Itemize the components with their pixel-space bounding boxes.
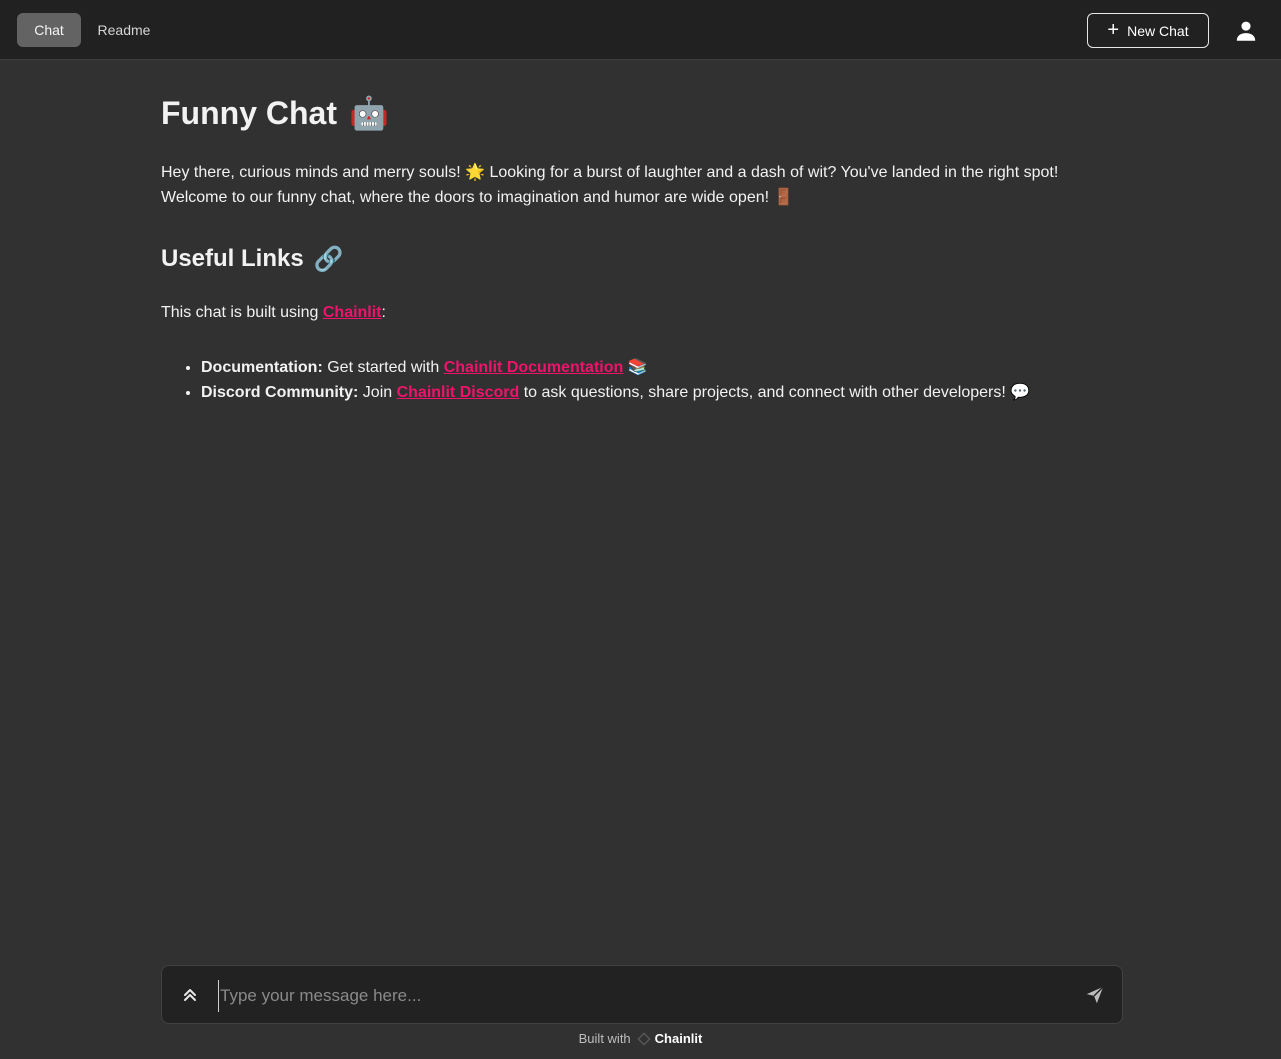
chainlit-brand[interactable]: Chainlit bbox=[636, 1031, 703, 1046]
new-chat-button[interactable]: + New Chat bbox=[1087, 13, 1209, 48]
message-composer bbox=[161, 965, 1123, 1024]
built-suffix: : bbox=[381, 304, 386, 321]
list-item: Discord Community: Join Chainlit Discord… bbox=[201, 380, 1121, 405]
intro-paragraph: Hey there, curious minds and merry souls… bbox=[161, 164, 1059, 206]
chevrons-up-icon[interactable] bbox=[180, 985, 200, 1005]
list-item-label: Documentation: bbox=[201, 359, 323, 376]
chainlit-brand-text: Chainlit bbox=[654, 1031, 703, 1046]
chainlit-documentation-link[interactable]: Chainlit Documentation bbox=[444, 359, 624, 376]
list-item-text: to ask questions, share projects, and co… bbox=[519, 384, 1031, 401]
useful-links-heading: Useful Links 🔗 bbox=[161, 242, 1121, 276]
user-icon[interactable] bbox=[1233, 18, 1259, 44]
built-using-text: This chat is built using Chainlit: bbox=[161, 300, 1121, 325]
list-item-text: Get started with bbox=[322, 359, 444, 376]
list-item-text: Join bbox=[358, 384, 397, 401]
send-icon[interactable] bbox=[1084, 984, 1106, 1006]
link-icon: 🔗 bbox=[313, 245, 344, 273]
built-prefix: This chat is built using bbox=[161, 304, 323, 321]
page-title: Funny Chat 🤖 bbox=[161, 92, 1121, 134]
chainlit-discord-link[interactable]: Chainlit Discord bbox=[397, 384, 520, 401]
tab-readme[interactable]: Readme bbox=[85, 13, 163, 47]
page-title-text: Funny Chat bbox=[161, 95, 337, 131]
list-item-label: Discord Community: bbox=[201, 384, 359, 401]
tab-chat[interactable]: Chat bbox=[17, 13, 81, 47]
top-bar: Chat Readme + New Chat bbox=[0, 0, 1281, 60]
list-item: Documentation: Get started with Chainlit… bbox=[201, 355, 1121, 380]
built-with-text: Built with bbox=[578, 1031, 631, 1046]
list-item-text: 📚 bbox=[623, 359, 648, 376]
robot-icon: 🤖 bbox=[348, 94, 389, 132]
footer: Built with Chainlit bbox=[0, 1031, 1281, 1046]
useful-links-list: Documentation: Get started with Chainlit… bbox=[161, 355, 1121, 405]
chainlit-link[interactable]: Chainlit bbox=[323, 304, 382, 321]
useful-links-heading-text: Useful Links bbox=[161, 245, 304, 272]
message-input[interactable] bbox=[218, 980, 1082, 1012]
chainlit-logo-icon bbox=[636, 1031, 651, 1046]
plus-icon: + bbox=[1107, 18, 1120, 41]
readme-content: Funny Chat 🤖 Hey there, curious minds an… bbox=[161, 92, 1121, 405]
new-chat-label: New Chat bbox=[1127, 22, 1189, 39]
